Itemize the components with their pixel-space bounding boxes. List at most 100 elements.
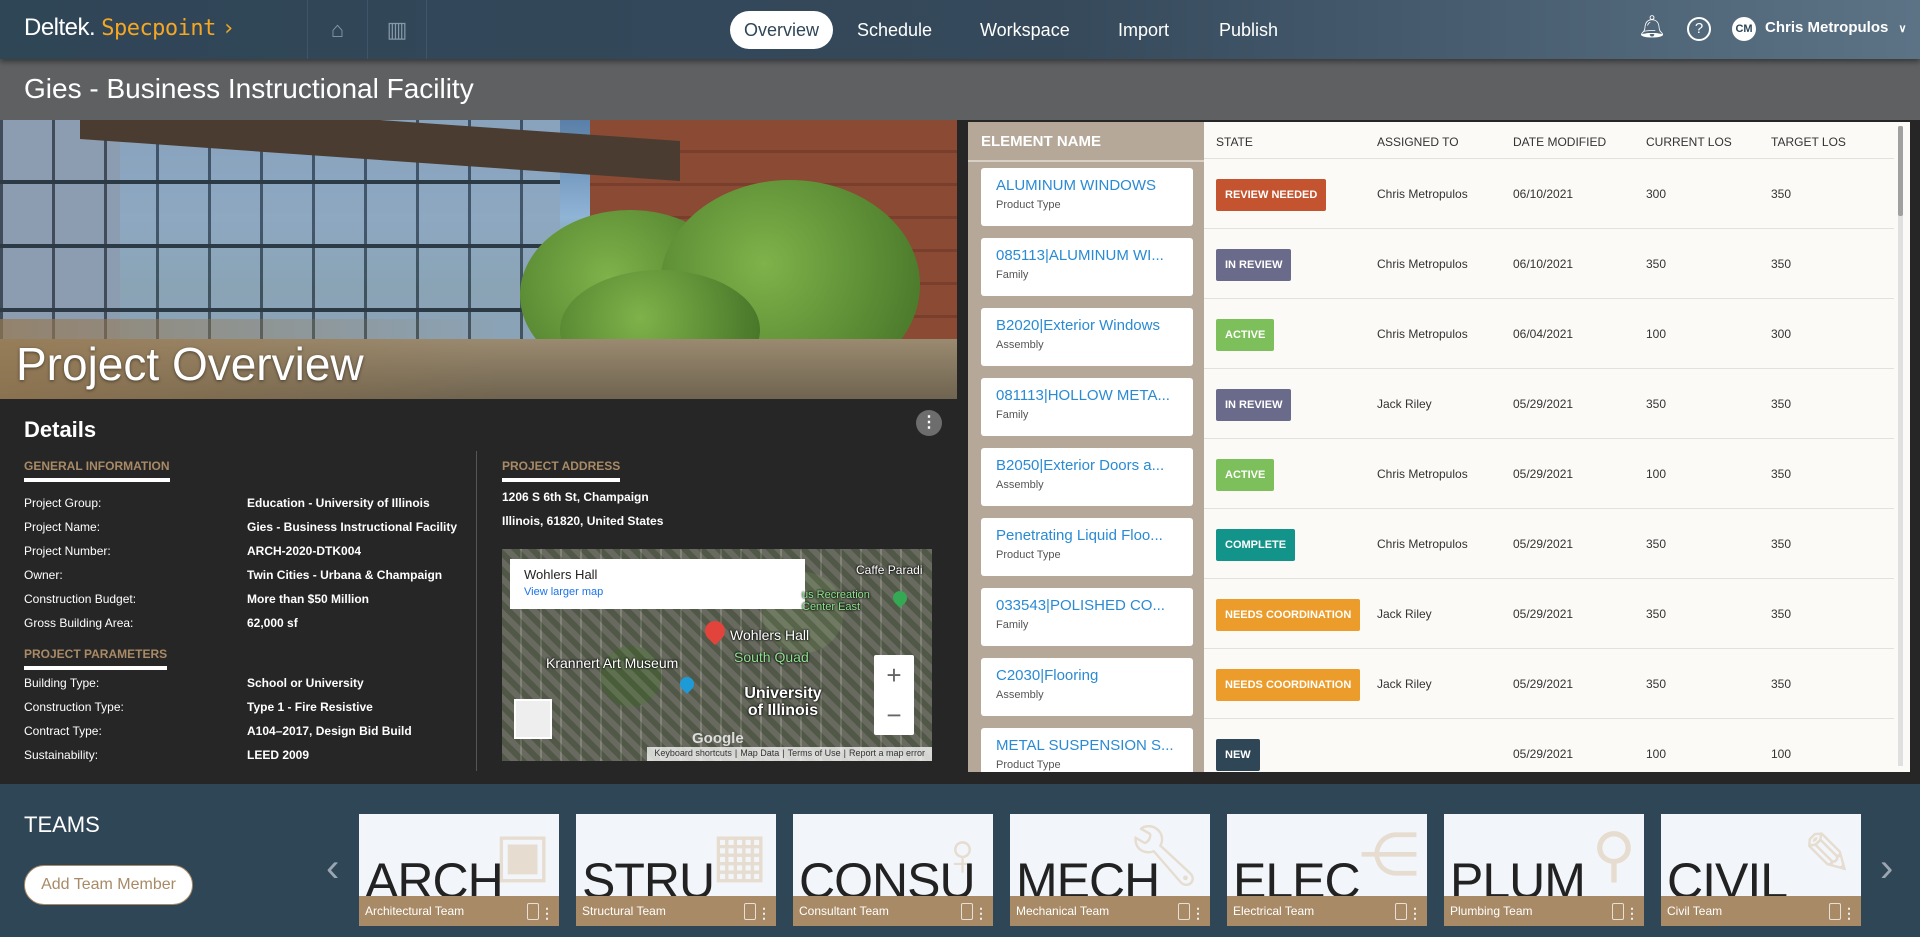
target-los: 350 xyxy=(1771,607,1792,621)
more-options-icon[interactable]: ⋮ xyxy=(974,905,988,922)
map-place-name: Wohlers Hall xyxy=(524,567,598,582)
element-name-link[interactable]: B2050|Exterior Doors a... xyxy=(996,457,1178,474)
table-row[interactable]: NEW 05/29/2021 100 100 xyxy=(1204,718,1894,772)
element-name-link[interactable]: 085113|ALUMINUM WI... xyxy=(996,247,1178,264)
date-modified: 05/29/2021 xyxy=(1513,607,1574,621)
column-header-date-modified[interactable]: DATE MODIFIED xyxy=(1513,122,1606,162)
table-scrollbar[interactable] xyxy=(1898,126,1903,766)
google-logo: Google xyxy=(692,730,744,747)
more-options-icon[interactable]: ⋮ xyxy=(916,410,942,436)
more-options-icon[interactable]: ⋮ xyxy=(757,905,771,922)
more-options-icon[interactable]: ⋮ xyxy=(1191,905,1205,922)
team-card[interactable]: ✎ CIVIL Civil Team ⋮ xyxy=(1661,814,1861,926)
table-row[interactable]: IN REVIEW Chris Metropulos 06/10/2021 35… xyxy=(1204,228,1894,298)
table-row[interactable]: ACTIVE Chris Metropulos 05/29/2021 100 3… xyxy=(1204,438,1894,508)
teams-title: TEAMS xyxy=(24,812,100,837)
column-header-state[interactable]: STATE xyxy=(1216,122,1253,162)
nav-schedule[interactable]: Schedule xyxy=(843,11,946,49)
map-icon[interactable]: ▥ xyxy=(367,0,427,59)
status-badge: ACTIVE xyxy=(1216,459,1275,491)
zoom-out-button[interactable]: − xyxy=(874,695,914,735)
column-header-current-los[interactable]: CURRENT LOS xyxy=(1646,122,1732,162)
element-card[interactable]: Penetrating Liquid Floo... Product Type xyxy=(981,518,1193,576)
document-icon[interactable] xyxy=(1395,903,1407,920)
element-name-link[interactable]: Penetrating Liquid Floo... xyxy=(996,527,1178,544)
carousel-next-icon[interactable]: › xyxy=(1880,846,1893,891)
document-icon[interactable] xyxy=(961,903,973,920)
date-modified: 05/29/2021 xyxy=(1513,397,1574,411)
satellite-toggle[interactable] xyxy=(514,699,552,739)
nav-overview[interactable]: Overview xyxy=(730,11,834,49)
element-name-link[interactable]: B2020|Exterior Windows xyxy=(996,317,1178,334)
more-options-icon[interactable]: ⋮ xyxy=(1842,905,1856,922)
more-options-icon[interactable]: ⋮ xyxy=(540,905,554,922)
bell-icon[interactable]: 🔔︎ xyxy=(1638,14,1666,40)
document-icon[interactable] xyxy=(1829,903,1841,920)
table-row[interactable]: NEEDS COORDINATION Jack Riley 05/29/2021… xyxy=(1204,578,1894,648)
document-icon[interactable] xyxy=(1178,903,1190,920)
view-larger-map-link[interactable]: View larger map xyxy=(524,586,791,598)
element-name-link[interactable]: METAL SUSPENSION S... xyxy=(996,737,1178,754)
brand-text: Deltek. xyxy=(24,14,96,41)
element-name-link[interactable]: 033543|POLISHED CO... xyxy=(996,597,1178,614)
map-data-link[interactable]: Map Data xyxy=(740,748,779,758)
document-icon[interactable] xyxy=(744,903,756,920)
elements-table: ELEMENT NAME STATE ASSIGNED TO DATE MODI… xyxy=(968,122,1910,772)
team-name: Consultant Team xyxy=(799,904,889,918)
column-header-target-los[interactable]: TARGET LOS xyxy=(1771,122,1846,162)
report-error-link[interactable]: Report a map error xyxy=(849,748,925,758)
team-card[interactable]: 🔧︎ MECH Mechanical Team ⋮ xyxy=(1010,814,1210,926)
help-icon[interactable]: ? xyxy=(1687,17,1711,41)
column-header-assigned-to[interactable]: ASSIGNED TO xyxy=(1377,122,1459,162)
home-icon[interactable]: ⌂ xyxy=(307,0,367,59)
add-team-member-button[interactable]: Add Team Member xyxy=(24,865,193,905)
table-row[interactable]: IN REVIEW Jack Riley 05/29/2021 350 350 xyxy=(1204,368,1894,438)
logo[interactable]: Deltek. Specpoint › xyxy=(24,14,235,42)
table-row[interactable]: COMPLETE Chris Metropulos 05/29/2021 350… xyxy=(1204,508,1894,578)
team-card[interactable]: ▦ STRU Structural Team ⋮ xyxy=(576,814,776,926)
team-card[interactable]: ⋲ ELEC Electrical Team ⋮ xyxy=(1227,814,1427,926)
carousel-prev-icon[interactable]: ‹ xyxy=(326,846,339,891)
table-row[interactable]: ACTIVE Chris Metropulos 06/04/2021 100 3… xyxy=(1204,298,1894,368)
nav-publish[interactable]: Publish xyxy=(1205,11,1292,49)
table-row[interactable]: REVIEW NEEDED Chris Metropulos 06/10/202… xyxy=(1204,158,1894,228)
details-panel: Details ⋮ GENERAL INFORMATION Project Gr… xyxy=(0,399,957,784)
document-icon[interactable] xyxy=(1612,903,1624,920)
terms-link[interactable]: Terms of Use xyxy=(788,748,841,758)
element-card[interactable]: 081113|HOLLOW META... Family xyxy=(981,378,1193,436)
status-badge: IN REVIEW xyxy=(1216,249,1292,281)
element-name-link[interactable]: 081113|HOLLOW META... xyxy=(996,387,1178,404)
more-options-icon[interactable]: ⋮ xyxy=(1408,905,1422,922)
element-card[interactable]: ALUMINUM WINDOWS Product Type xyxy=(981,168,1193,226)
status-badge: NEEDS COORDINATION xyxy=(1216,669,1361,701)
element-name-link[interactable]: ALUMINUM WINDOWS xyxy=(996,177,1178,194)
avatar[interactable]: CM xyxy=(1732,17,1756,41)
zoom-in-button[interactable]: + xyxy=(874,655,914,695)
element-card[interactable]: B2020|Exterior Windows Assembly xyxy=(981,308,1193,366)
date-modified: 05/29/2021 xyxy=(1513,677,1574,691)
nav-import[interactable]: Import xyxy=(1104,11,1183,49)
element-card[interactable]: METAL SUSPENSION S... Product Type xyxy=(981,728,1193,772)
more-options-icon[interactable]: ⋮ xyxy=(1625,905,1639,922)
element-card[interactable]: C2030|Flooring Assembly xyxy=(981,658,1193,716)
column-header-element-name[interactable]: ELEMENT NAME xyxy=(968,122,1204,162)
element-card[interactable]: 033543|POLISHED CO... Family xyxy=(981,588,1193,646)
team-card[interactable]: ▣ ARCH Architectural Team ⋮ xyxy=(359,814,559,926)
nav-workspace[interactable]: Workspace xyxy=(966,11,1084,49)
table-row[interactable]: NEEDS COORDINATION Jack Riley 05/29/2021… xyxy=(1204,648,1894,718)
date-modified: 06/10/2021 xyxy=(1513,257,1574,271)
element-type: Family xyxy=(996,619,1029,631)
document-icon[interactable] xyxy=(527,903,539,920)
detail-label: Gross Building Area: xyxy=(24,616,134,630)
element-name-link[interactable]: C2030|Flooring xyxy=(996,667,1178,684)
date-modified: 06/10/2021 xyxy=(1513,187,1574,201)
element-card[interactable]: B2050|Exterior Doors a... Assembly xyxy=(981,448,1193,506)
user-menu[interactable]: Chris Metropulos ∨ xyxy=(1765,19,1907,36)
map[interactable]: Wohlers Hall View larger map Wohlers Hall… xyxy=(502,549,932,761)
keyboard-shortcuts-link[interactable]: Keyboard shortcuts xyxy=(654,748,732,758)
circuit-icon: ⋲ xyxy=(1359,821,1419,888)
team-card[interactable]: ♀ CONSU Consultant Team ⋮ xyxy=(793,814,993,926)
target-los: 350 xyxy=(1771,677,1792,691)
element-card[interactable]: 085113|ALUMINUM WI... Family xyxy=(981,238,1193,296)
team-card[interactable]: ⚲ PLUM Plumbing Team ⋮ xyxy=(1444,814,1644,926)
